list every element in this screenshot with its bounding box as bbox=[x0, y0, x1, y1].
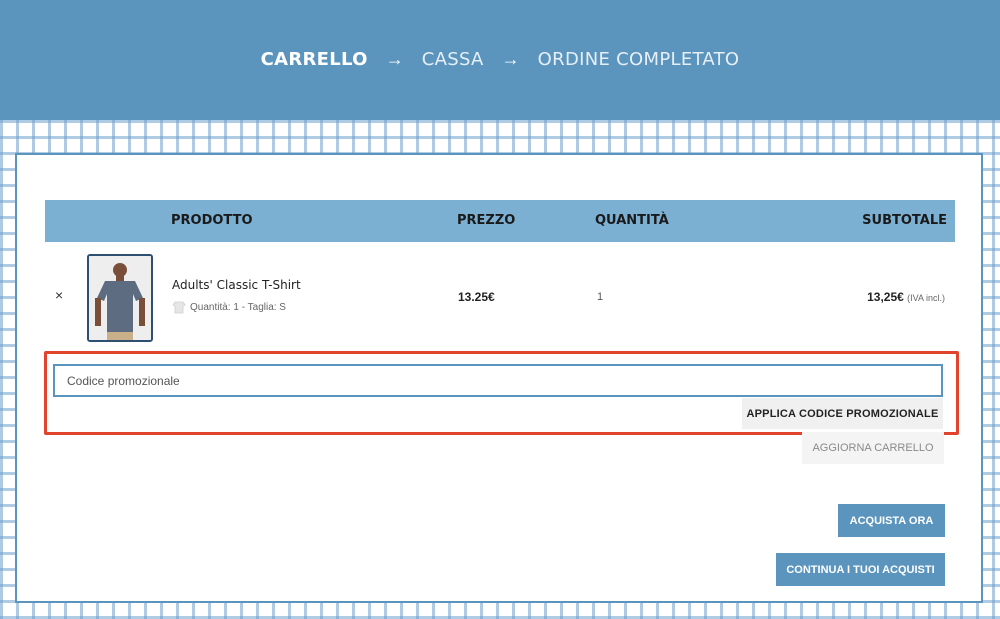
update-cart-button[interactable]: AGGIORNA CARRELLO bbox=[802, 432, 944, 464]
cart-table-header: PRODOTTO PREZZO QUANTITÀ SUBTOTALE bbox=[45, 200, 955, 242]
product-meta: Quantità: 1 - Taglia: S bbox=[172, 300, 286, 314]
promo-code-input[interactable] bbox=[53, 364, 943, 397]
tshirt-icon bbox=[172, 301, 186, 314]
product-quantity[interactable]: 1 bbox=[597, 291, 603, 303]
product-thumbnail[interactable] bbox=[87, 254, 153, 342]
product-name[interactable]: Adults' Classic T-Shirt bbox=[172, 278, 301, 292]
step-order-complete: ORDINE COMPLETATO bbox=[537, 48, 740, 70]
table-row: × Adults' Classic T-Shirt Quantità: 1 - … bbox=[45, 242, 955, 352]
step-arrow-icon: → bbox=[501, 48, 520, 69]
product-subtotal: 13,25€ (IVA incl.) bbox=[867, 290, 945, 304]
cart-card: PRODOTTO PREZZO QUANTITÀ SUBTOTALE × Adu… bbox=[15, 153, 983, 603]
header-subtotal: SUBTOTALE bbox=[862, 213, 947, 228]
apply-promo-button[interactable]: APPLICA CODICE PROMOZIONALE bbox=[742, 398, 943, 429]
tax-note: (IVA incl.) bbox=[907, 293, 945, 303]
remove-item-icon[interactable]: × bbox=[55, 287, 63, 303]
header-price: PREZZO bbox=[457, 213, 516, 228]
header-quantity: QUANTITÀ bbox=[595, 213, 669, 228]
product-price: 13.25€ bbox=[458, 290, 495, 304]
step-arrow-icon: → bbox=[385, 48, 404, 69]
step-cart: CARRELLO bbox=[260, 48, 368, 70]
step-checkout: CASSA bbox=[421, 48, 484, 70]
model-tshirt-image bbox=[89, 256, 151, 340]
continue-shopping-button[interactable]: CONTINUA I TUOI ACQUISTI bbox=[776, 553, 945, 586]
checkout-progress-header: CARRELLO → CASSA → ORDINE COMPLETATO bbox=[0, 0, 1000, 120]
header-product: PRODOTTO bbox=[171, 213, 253, 228]
checkout-steps: CARRELLO → CASSA → ORDINE COMPLETATO bbox=[261, 49, 740, 70]
product-variant-text: Quantità: 1 - Taglia: S bbox=[190, 301, 286, 313]
subtotal-amount: 13,25€ bbox=[867, 290, 904, 304]
buy-now-button[interactable]: ACQUISTA ORA bbox=[838, 504, 945, 537]
